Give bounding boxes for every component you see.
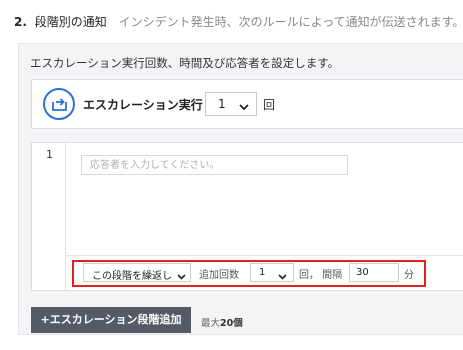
chevron-down-icon	[239, 101, 249, 114]
add-count-label: 追加回数	[199, 270, 239, 281]
escalation-label: エスカレーション実行	[83, 98, 203, 112]
repeat-step-select[interactable]: この段階を繰返し	[83, 263, 191, 282]
chevron-down-icon	[177, 270, 186, 283]
step-number-divider	[65, 142, 66, 291]
section-header: 2. 段階別の通知 インシデント発生時、次のルールによって通知が伝送されます。	[14, 13, 463, 30]
max-note-prefix: 最大	[201, 318, 221, 329]
responder-input[interactable]	[81, 155, 348, 175]
step-number: 1	[46, 148, 53, 161]
section-number: 2.	[14, 15, 27, 29]
step-footer-divider	[66, 255, 463, 256]
add-escalation-step-button[interactable]: +エスカレーション段階追加	[31, 307, 191, 333]
panel-description: エスカレーション実行回数、時間及び応答者を設定します。	[30, 56, 340, 70]
add-count-value: 1	[259, 267, 266, 278]
escalation-repeat-icon	[43, 88, 75, 120]
max-steps-note: 最大20個	[201, 315, 243, 329]
escalation-count-unit: 回	[263, 98, 276, 112]
escalation-count-select[interactable]: 1	[205, 92, 257, 116]
add-count-select[interactable]: 1	[250, 263, 294, 282]
interval-input[interactable]	[349, 263, 399, 282]
section-title: 段階別の通知	[34, 15, 107, 29]
count-unit-interval-label: 回， 間隔	[299, 270, 343, 281]
escalation-count-value: 1	[218, 97, 226, 111]
chevron-down-icon	[278, 270, 287, 283]
section-description: インシデント発生時、次のルールによって通知が伝送されます。	[118, 15, 463, 29]
repeat-step-value: この段階を繰返し	[92, 271, 172, 282]
max-note-value: 20個	[220, 318, 243, 329]
interval-unit: 分	[404, 270, 414, 281]
